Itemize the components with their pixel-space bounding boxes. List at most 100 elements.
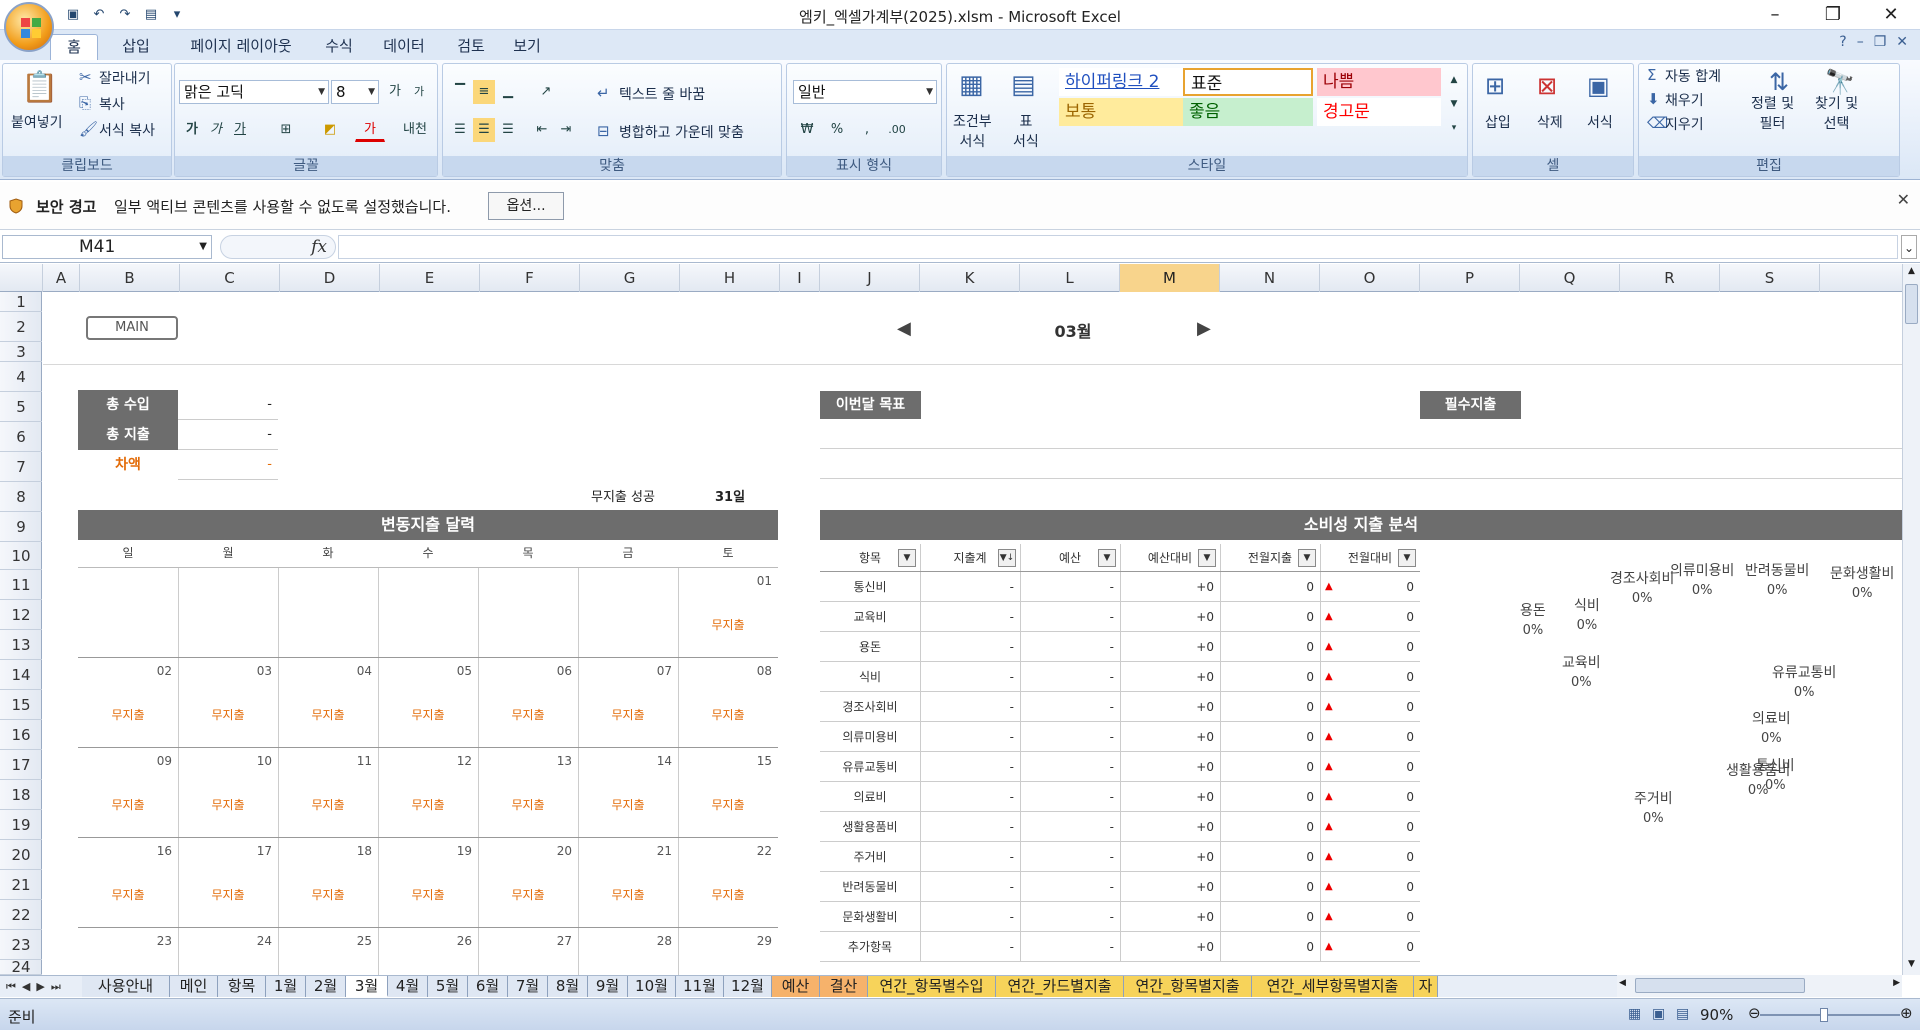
border-button[interactable]: ⊞ <box>271 118 301 142</box>
autosum-button[interactable]: 자동 합계 <box>1665 66 1721 86</box>
column-header-L[interactable]: L <box>1020 264 1120 292</box>
find-select-button[interactable]: 찾기 및 선택 <box>1815 94 1858 134</box>
number-format-combo[interactable]: 일반 ▼ <box>793 80 937 104</box>
increase-decimal-button[interactable]: .00 <box>883 118 911 142</box>
sheet-tab-19[interactable]: 연간_항목별지출 <box>1124 976 1252 997</box>
column-header-J[interactable]: J <box>820 264 920 292</box>
column-header-E[interactable]: E <box>380 264 480 292</box>
column-header-H[interactable]: H <box>680 264 780 292</box>
row-header-20[interactable]: 20 <box>0 840 42 870</box>
sheet-tab-5[interactable]: 3월 <box>346 976 388 997</box>
currency-button[interactable]: ₩ <box>793 118 821 142</box>
filter-button-1[interactable]: ▼↓ <box>998 549 1016 567</box>
first-sheet-icon[interactable]: ⏮ <box>6 976 16 997</box>
row-header-17[interactable]: 17 <box>0 750 42 780</box>
align-center-button[interactable]: ☰ <box>473 118 495 142</box>
calendar-day-10[interactable]: 10 <box>178 754 272 768</box>
expand-formula-bar-icon[interactable]: ⌄ <box>1901 235 1917 259</box>
row-header-4[interactable]: 4 <box>0 362 42 392</box>
row-header-11[interactable]: 11 <box>0 570 42 600</box>
tab-6[interactable]: 보기 <box>504 34 550 60</box>
sheet-tab-20[interactable]: 연간_세부항목별지출 <box>1252 976 1414 997</box>
sheet-tab-6[interactable]: 4월 <box>388 976 428 997</box>
row-header-3[interactable]: 3 <box>0 342 42 362</box>
vertical-scroll-thumb[interactable] <box>1905 284 1918 324</box>
zoom-out-icon[interactable]: ⊖ <box>1748 1004 1761 1022</box>
filter-button-3[interactable]: ▼ <box>1198 549 1216 567</box>
cell-style-4[interactable]: 좋음 <box>1183 98 1313 126</box>
calendar-day-20[interactable]: 20 <box>478 844 572 858</box>
copy-button[interactable]: 복사 <box>99 94 125 114</box>
column-header-D[interactable]: D <box>280 264 380 292</box>
prev-sheet-icon[interactable]: ◀ <box>22 976 30 997</box>
row-header-23[interactable]: 23 <box>0 930 42 960</box>
sheet-tab-21[interactable]: 자 <box>1414 976 1438 997</box>
tab-5[interactable]: 검토 <box>446 34 496 60</box>
name-box[interactable]: M41 ▼ <box>2 235 212 259</box>
zoom-slider[interactable] <box>1760 1014 1900 1016</box>
grow-font-button[interactable]: 가 <box>383 80 407 104</box>
ribbon-restore-icon[interactable]: ❐ <box>1874 34 1887 50</box>
shrink-font-button[interactable]: 가 <box>407 80 431 104</box>
column-header-A[interactable]: A <box>43 264 80 292</box>
orientation-button[interactable]: ↗ <box>531 80 561 104</box>
last-sheet-icon[interactable]: ⏭ <box>51 976 61 997</box>
cell-style-1[interactable]: 표준 <box>1183 68 1313 96</box>
cut-button[interactable]: 잘라내기 <box>99 68 151 88</box>
row-header-7[interactable]: 7 <box>0 452 42 482</box>
align-left-button[interactable]: ☰ <box>449 118 471 142</box>
styles-scroll-up[interactable]: ▲ <box>1445 68 1463 92</box>
paste-button[interactable]: 붙여넣기 <box>11 112 63 132</box>
calendar-day-13[interactable]: 13 <box>478 754 572 768</box>
minimize-button[interactable]: – <box>1746 0 1804 30</box>
prev-month-icon[interactable]: ◀ <box>897 318 911 339</box>
column-header-K[interactable]: K <box>920 264 1020 292</box>
close-button[interactable]: ✕ <box>1862 0 1920 30</box>
security-close-icon[interactable]: ✕ <box>1897 190 1910 209</box>
column-header-I[interactable]: I <box>780 264 820 292</box>
bold-button[interactable]: 가 <box>181 118 203 142</box>
sheet-tab-18[interactable]: 연간_카드별지출 <box>996 976 1124 997</box>
fill-button[interactable]: 채우기 <box>1665 90 1704 110</box>
row-header-21[interactable]: 21 <box>0 870 42 900</box>
tab-1[interactable]: 삽입 <box>106 34 166 60</box>
sheet-tab-1[interactable]: 메인 <box>170 976 218 997</box>
format-painter-button[interactable]: 서식 복사 <box>99 120 155 140</box>
sheet-tab-4[interactable]: 2월 <box>306 976 346 997</box>
maximize-button[interactable]: ❐ <box>1804 0 1862 30</box>
merge-center-button[interactable]: 병합하고 가운데 맞춤 <box>619 122 744 142</box>
wrap-text-button[interactable]: 텍스트 줄 바꿈 <box>619 84 705 104</box>
calendar-day-01[interactable]: 01 <box>678 574 772 588</box>
filter-button-4[interactable]: ▼ <box>1298 549 1316 567</box>
insert-cells-button[interactable]: 삽입 <box>1485 112 1511 132</box>
calendar-day-14[interactable]: 14 <box>578 754 672 768</box>
calendar-day-09[interactable]: 09 <box>78 754 172 768</box>
calendar-day-23[interactable]: 23 <box>78 934 172 948</box>
delete-cells-button[interactable]: 삭제 <box>1537 112 1563 132</box>
format-as-table-button[interactable]: 표 서식 <box>1013 112 1039 152</box>
column-header-G[interactable]: G <box>580 264 680 292</box>
scroll-right-icon[interactable]: ▶ <box>1893 978 1900 988</box>
calendar-day-16[interactable]: 16 <box>78 844 172 858</box>
column-header-B[interactable]: B <box>80 264 180 292</box>
filter-button-0[interactable]: ▼ <box>898 549 916 567</box>
row-header-6[interactable]: 6 <box>0 422 42 452</box>
row-header-18[interactable]: 18 <box>0 780 42 810</box>
calendar-day-26[interactable]: 26 <box>378 934 472 948</box>
calendar-day-12[interactable]: 12 <box>378 754 472 768</box>
row-header-5[interactable]: 5 <box>0 392 42 422</box>
sheet-tab-12[interactable]: 10월 <box>628 976 676 997</box>
normal-view-icon[interactable]: ▦ <box>1628 1006 1641 1022</box>
ribbon-close-icon[interactable]: ✕ <box>1896 34 1908 50</box>
select-all-corner[interactable] <box>0 264 43 292</box>
page-layout-icon[interactable]: ▣ <box>1652 1006 1665 1022</box>
calendar-day-28[interactable]: 28 <box>578 934 672 948</box>
sheet-tab-0[interactable]: 사용안내 <box>82 976 170 997</box>
sheet-tab-16[interactable]: 결산 <box>820 976 868 997</box>
comma-button[interactable]: , <box>853 118 881 142</box>
calendar-day-29[interactable]: 29 <box>678 934 772 948</box>
next-sheet-icon[interactable]: ▶ <box>36 976 44 997</box>
calendar-day-19[interactable]: 19 <box>378 844 472 858</box>
align-middle-button[interactable]: ≡ <box>473 80 495 104</box>
calendar-day-02[interactable]: 02 <box>78 664 172 678</box>
